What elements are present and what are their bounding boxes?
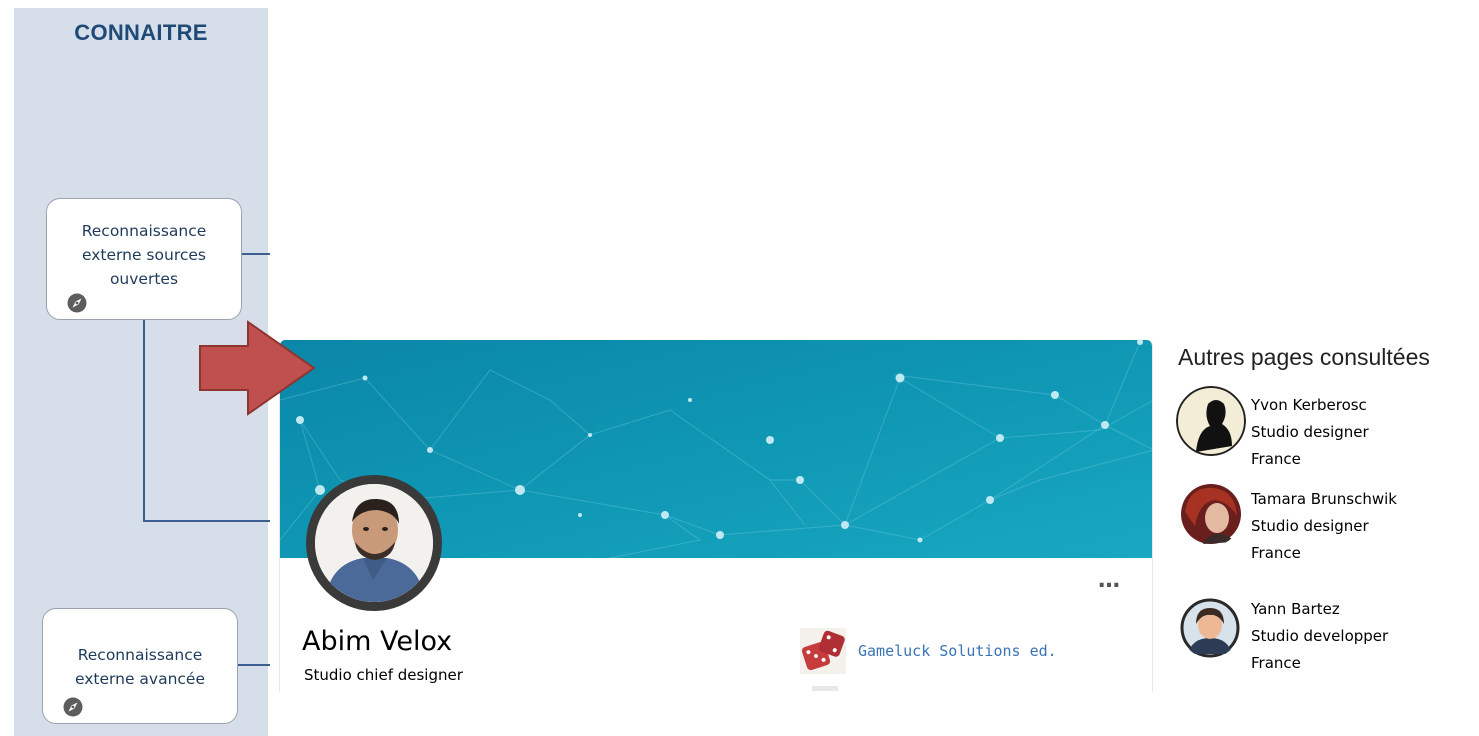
column-title: CONNAITRE [74,20,208,45]
person-name: Tamara Brunschwik [1251,490,1397,508]
compass-icon [67,293,87,313]
profile-card: … Abim Velox Studio chief designer Gamel… [279,340,1153,691]
profile-avatar[interactable] [306,475,442,611]
node-label-line: Reconnaissance [77,646,203,664]
profile-title: Studio chief designer [304,666,463,684]
other-pages-heading: Autres pages consultées [1178,344,1430,370]
more-options-button[interactable]: … [1098,568,1121,593]
person-name: Yvon Kerberosc [1251,396,1367,414]
node-osint-recon[interactable]: Reconnaissance externe sources ouvertes [46,198,242,320]
secondary-logo [812,686,838,691]
person-country: France [1251,544,1301,562]
node-label-line: Reconnaissance [81,222,207,240]
person-country: France [1251,654,1301,672]
node-label-line: externe sources [82,246,206,264]
connector-line [240,253,270,255]
red-arrow-icon [199,320,316,416]
connector-line [143,520,270,522]
avatar-portrait [315,484,433,602]
person-role: Studio designer [1251,423,1369,441]
person-avatar [1176,386,1246,456]
person-avatar [1181,484,1241,544]
person-country: France [1251,450,1301,468]
compass-icon [63,697,83,717]
node-label-line: externe avancée [74,670,206,688]
dice-icon [800,628,846,674]
person-name: Yann Bartez [1251,600,1340,618]
connector-line [236,664,270,666]
person-avatar [1180,598,1240,658]
company-link[interactable]: Gameluck Solutions ed. [858,642,1057,660]
connector-line [143,320,145,522]
person-role: Studio developper [1251,627,1389,645]
node-label-line: ouvertes [109,270,179,288]
node-advanced-recon[interactable]: Reconnaissance externe avancée [42,608,238,724]
profile-name: Abim Velox [302,626,453,657]
person-role: Studio designer [1251,517,1369,535]
